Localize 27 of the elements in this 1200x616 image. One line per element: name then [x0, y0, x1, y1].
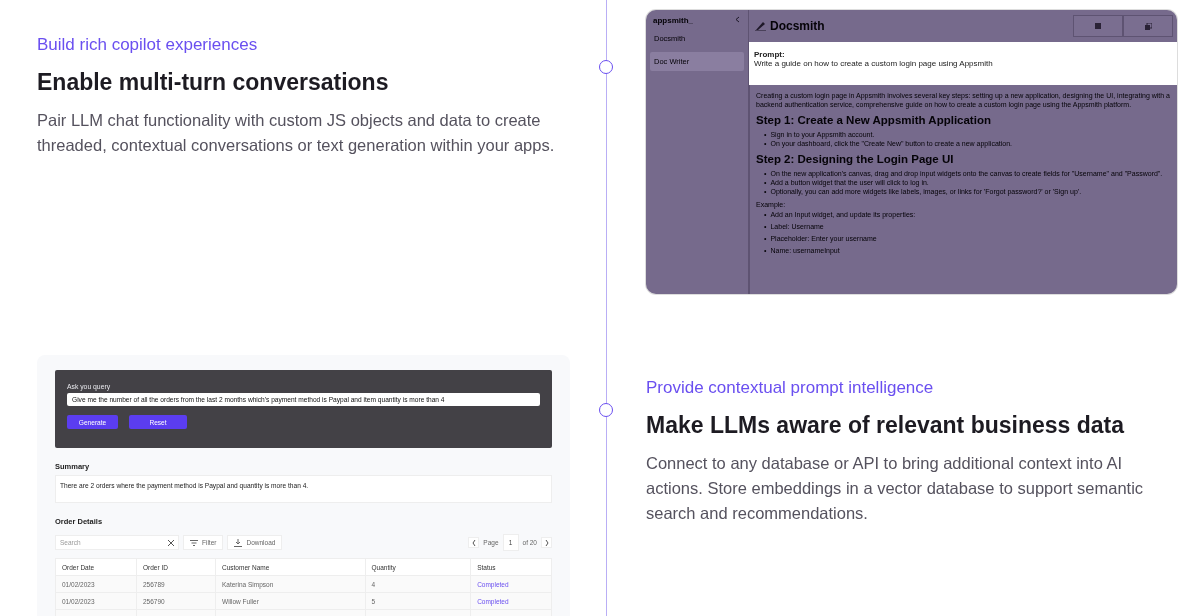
- copy-icon: [1144, 22, 1152, 30]
- timeline-dot: [599, 403, 613, 417]
- prompt-label: Prompt:: [754, 50, 786, 59]
- pen-icon: [755, 21, 766, 31]
- timeline-dot: [599, 60, 613, 74]
- collapse-icon: [735, 16, 741, 23]
- download-icon: [234, 538, 243, 547]
- chevron-right-icon: [544, 539, 549, 546]
- section-heading: Make LLMs aware of relevant business data: [646, 412, 1126, 439]
- brand-name: appsmith_: [653, 16, 693, 25]
- filter-icon: [190, 539, 198, 546]
- close-icon[interactable]: [168, 539, 174, 546]
- document-icon: [1095, 23, 1101, 29]
- section-heading: Enable multi-turn conversations: [37, 69, 390, 96]
- eyebrow-text: Build rich copilot experiences: [37, 35, 259, 55]
- app-title: Docsmith: [770, 19, 825, 33]
- next-page-button[interactable]: [541, 537, 552, 548]
- step-heading: Step 1: Create a New Appsmith Application: [756, 114, 992, 127]
- description-text: Connect to any database or API to bring additional context into AI actions. Store embeddings in a vector database to support semantic search and recommendations.: [646, 453, 1145, 524]
- toolbar-button[interactable]: [1073, 15, 1123, 37]
- previous-page-button[interactable]: [468, 537, 480, 548]
- description-text: Pair LLM chat functionality with custom JS objects and data to create threaded, contextual conversations or text generation within your apps.: [37, 110, 556, 156]
- eyebrow-text: Provide contextual prompt intelligence: [646, 378, 935, 398]
- chevron-left-icon: [471, 539, 476, 546]
- toolbar-button[interactable]: [1123, 15, 1173, 37]
- prompt-text: Write a guide on how to create a custom login page using Appsmith: [754, 59, 993, 68]
- step-heading: Step 2: Designing the Login Page UI: [756, 153, 955, 166]
